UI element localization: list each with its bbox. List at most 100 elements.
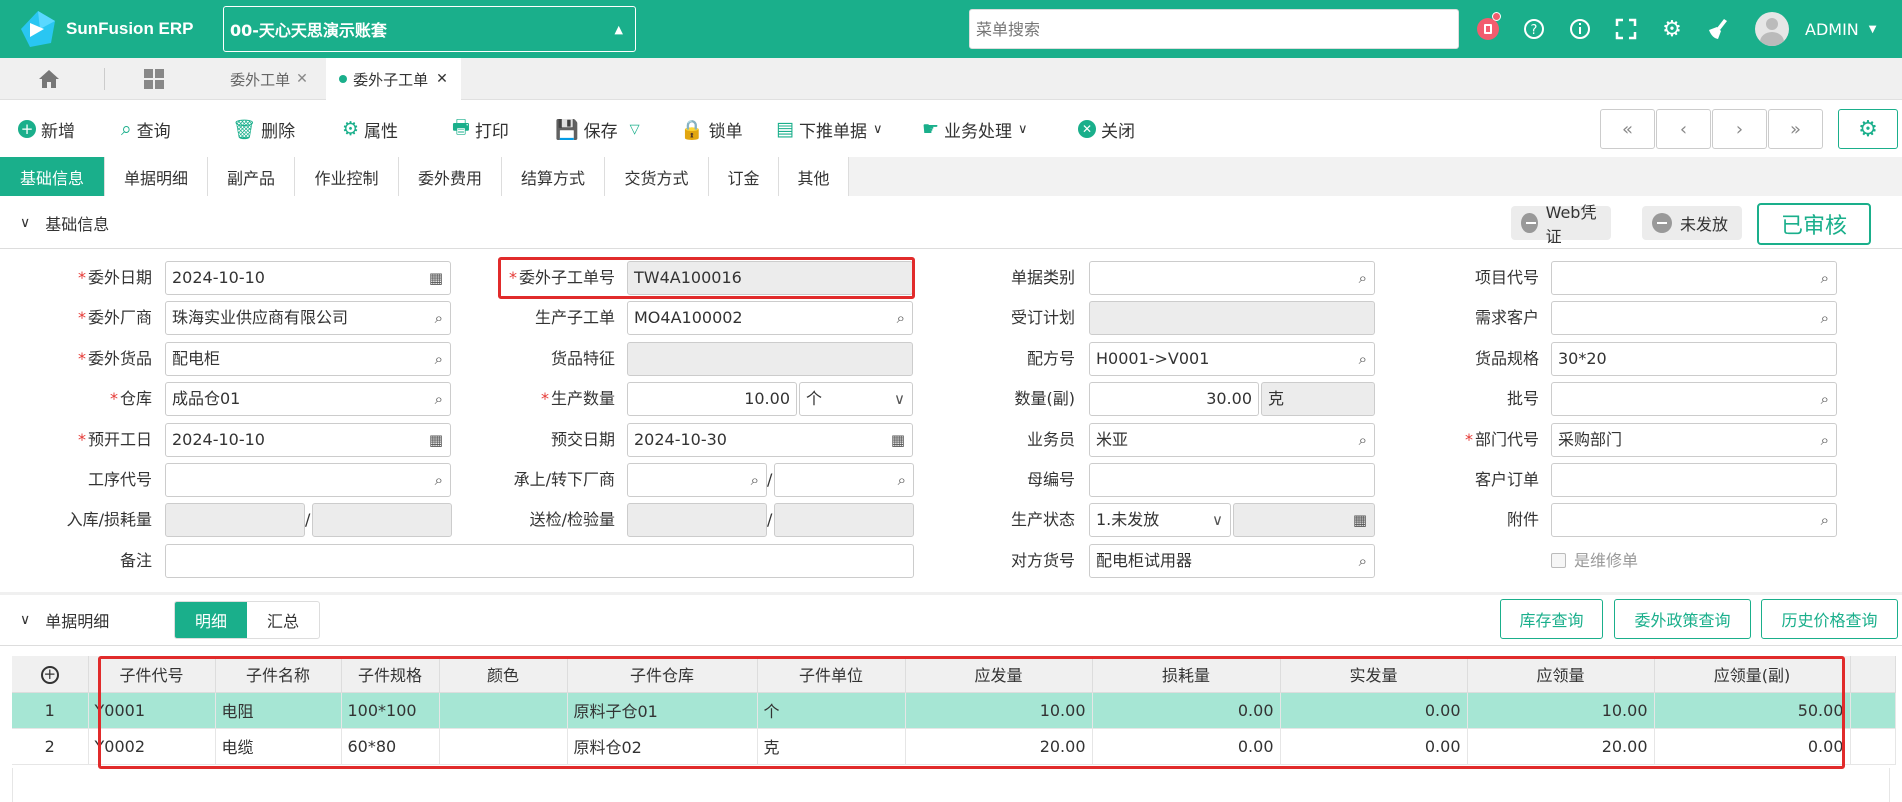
col-header[interactable]: 应领量(副) bbox=[1654, 656, 1851, 693]
next-record-button[interactable]: › bbox=[1712, 109, 1767, 149]
cell-loss[interactable]: 0.00 bbox=[1092, 692, 1281, 729]
cell-color[interactable] bbox=[439, 692, 568, 729]
calendar-icon[interactable]: ▦ bbox=[1353, 504, 1367, 536]
search-icon[interactable]: ⌕ bbox=[1821, 262, 1829, 294]
col-header[interactable]: 实发量 bbox=[1280, 656, 1468, 693]
table-row[interactable]: 1 Y0001 电阻 100*100 原料子仓01 个 10.00 0.00 0… bbox=[12, 692, 1896, 729]
search-icon[interactable]: ⌕ bbox=[1821, 302, 1829, 334]
subtab-settlement[interactable]: 结算方式 bbox=[502, 157, 605, 196]
company-selector[interactable]: 00-天心天思演示账套 ▲ bbox=[223, 6, 636, 52]
business-process-button[interactable]: ☛ 业务处理 ∨ bbox=[922, 109, 1028, 149]
lower-vendor-field[interactable]: ⌕ bbox=[774, 463, 914, 497]
search-icon[interactable]: ⌕ bbox=[1359, 424, 1367, 456]
prev-record-button[interactable]: ‹ bbox=[1656, 109, 1711, 149]
remark-field[interactable] bbox=[165, 544, 914, 578]
search-icon[interactable]: ⌕ bbox=[1821, 424, 1829, 456]
cell-warehouse[interactable]: 原料仓02 bbox=[567, 728, 758, 765]
cell-spec[interactable]: 100*100 bbox=[341, 692, 440, 729]
clean-broom-icon[interactable] bbox=[1695, 9, 1741, 49]
goods-field[interactable]: 配电柜 ⌕ bbox=[165, 342, 451, 376]
subtab-other[interactable]: 其他 bbox=[779, 157, 849, 196]
search-icon[interactable]: ⌕ bbox=[435, 302, 443, 334]
first-record-button[interactable]: « bbox=[1600, 109, 1655, 149]
prod-unit-select[interactable]: 个 ∨ bbox=[799, 382, 913, 416]
plan-delivery-field[interactable]: 2024-10-30 ▦ bbox=[627, 423, 913, 457]
delete-button[interactable]: 🗑 删除 bbox=[232, 109, 295, 149]
basic-info-section-header[interactable]: ∨ 基础信息 bbox=[0, 197, 1902, 249]
subtab-byproduct[interactable]: 副产品 bbox=[208, 157, 295, 196]
customer-order-field[interactable] bbox=[1551, 463, 1837, 497]
cell-should-take-sub[interactable]: 0.00 bbox=[1654, 728, 1851, 765]
search-icon[interactable]: ⌕ bbox=[897, 302, 905, 334]
cell-name[interactable]: 电阻 bbox=[215, 692, 342, 729]
toolbar-settings-button[interactable]: ⚙ bbox=[1838, 109, 1898, 149]
cell-issued[interactable]: 0.00 bbox=[1280, 692, 1468, 729]
cell-code[interactable]: Y0001 bbox=[88, 692, 216, 729]
home-icon[interactable] bbox=[38, 58, 60, 100]
cell-should-issue[interactable]: 10.00 bbox=[905, 692, 1093, 729]
cell-unit[interactable]: 克 bbox=[757, 728, 906, 765]
is-repair-checkbox[interactable]: 是维修单 bbox=[1551, 544, 1751, 578]
process-code-field[interactable]: ⌕ bbox=[165, 463, 451, 497]
save-button[interactable]: 💾 保存 ▽ bbox=[555, 109, 640, 149]
search-icon[interactable]: ⌕ bbox=[898, 464, 906, 496]
view-summary-button[interactable]: 汇总 bbox=[247, 602, 319, 638]
project-code-field[interactable]: ⌕ bbox=[1551, 261, 1837, 295]
search-icon[interactable]: ⌕ bbox=[435, 464, 443, 496]
warehouse-field[interactable]: 成品仓01 ⌕ bbox=[165, 382, 451, 416]
logo[interactable]: SunFusion ERP bbox=[18, 9, 223, 49]
search-icon[interactable]: ⌕ bbox=[1359, 262, 1367, 294]
last-record-button[interactable]: » bbox=[1768, 109, 1823, 149]
properties-button[interactable]: ⚙ 属性 bbox=[342, 109, 398, 149]
outsrc-date-field[interactable]: 2024-10-10 ▦ bbox=[165, 261, 451, 295]
col-header[interactable]: 损耗量 bbox=[1092, 656, 1281, 693]
prod-sub-order-field[interactable]: MO4A100002 ⌕ bbox=[627, 301, 913, 335]
prod-status-select[interactable]: 1.未发放 ∨ bbox=[1089, 503, 1231, 537]
salesman-field[interactable]: 米亚 ⌕ bbox=[1089, 423, 1375, 457]
help-icon[interactable]: ? bbox=[1511, 9, 1557, 49]
cell-should-take[interactable]: 10.00 bbox=[1467, 692, 1655, 729]
add-button[interactable]: + 新增 bbox=[18, 109, 75, 149]
calendar-icon[interactable]: ▦ bbox=[891, 424, 905, 456]
view-detail-button[interactable]: 明细 bbox=[175, 602, 247, 638]
search-icon[interactable]: ⌕ bbox=[1359, 545, 1367, 577]
dept-code-field[interactable]: 采购部门 ⌕ bbox=[1551, 423, 1837, 457]
cell-should-take-sub[interactable]: 50.00 bbox=[1654, 692, 1851, 729]
subtab-basic[interactable]: 基础信息 bbox=[0, 157, 105, 196]
add-row-icon[interactable]: + bbox=[12, 656, 89, 693]
demand-customer-field[interactable]: ⌕ bbox=[1551, 301, 1837, 335]
cell-should-issue[interactable]: 20.00 bbox=[905, 728, 1093, 765]
subtab-detail[interactable]: 单据明细 bbox=[105, 157, 208, 196]
print-button[interactable]: 🖶 打印 bbox=[452, 109, 509, 149]
info-icon[interactable] bbox=[1557, 9, 1603, 49]
vendor-field[interactable]: 珠海实业供应商有限公司 ⌕ bbox=[165, 301, 451, 335]
notification-icon[interactable] bbox=[1465, 9, 1511, 49]
calendar-icon[interactable]: ▦ bbox=[429, 424, 443, 456]
col-header[interactable]: 子件仓库 bbox=[567, 656, 758, 693]
close-icon[interactable]: ✕ bbox=[436, 71, 448, 87]
prod-qty-field[interactable]: 10.00 bbox=[627, 382, 797, 416]
cell-warehouse[interactable]: 原料子仓01 bbox=[567, 692, 758, 729]
search-icon[interactable]: ⌕ bbox=[751, 464, 759, 496]
user-menu[interactable]: ADMIN ▼ bbox=[1755, 12, 1876, 46]
close-button[interactable]: ✕ 关闭 bbox=[1078, 109, 1135, 149]
subtab-fees[interactable]: 委外费用 bbox=[399, 157, 502, 196]
subtab-deposit[interactable]: 订金 bbox=[709, 157, 779, 196]
fullscreen-icon[interactable] bbox=[1603, 9, 1649, 49]
col-header[interactable]: 颜色 bbox=[439, 656, 568, 693]
col-header[interactable]: 子件代号 bbox=[88, 656, 216, 693]
cell-name[interactable]: 电缆 bbox=[215, 728, 342, 765]
query-button[interactable]: ⌕ 查询 bbox=[121, 109, 171, 149]
close-icon[interactable]: ✕ bbox=[296, 71, 308, 87]
push-down-button[interactable]: ▤ 下推单据 ∨ bbox=[776, 109, 882, 149]
tab-outsource-order[interactable]: 委外工单 ✕ bbox=[214, 58, 324, 100]
col-header[interactable]: 应发量 bbox=[905, 656, 1093, 693]
dashboard-grid-icon[interactable] bbox=[143, 58, 165, 100]
search-icon[interactable]: ⌕ bbox=[435, 343, 443, 375]
col-header[interactable]: 子件单位 bbox=[757, 656, 906, 693]
doc-type-field[interactable]: ⌕ bbox=[1089, 261, 1375, 295]
cell-unit[interactable]: 个 bbox=[757, 692, 906, 729]
col-header[interactable]: 应领量 bbox=[1467, 656, 1655, 693]
parent-no-field[interactable] bbox=[1089, 463, 1375, 497]
stock-query-button[interactable]: 库存查询 bbox=[1500, 599, 1603, 639]
